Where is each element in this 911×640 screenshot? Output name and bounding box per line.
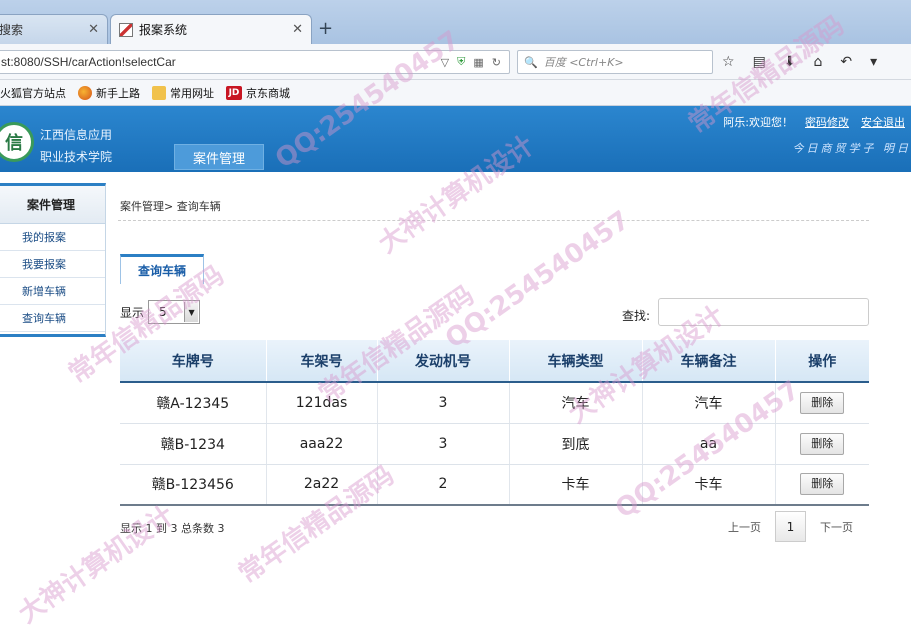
cell-frame: aaa22	[266, 423, 378, 465]
bookmarks-bar: 火狐官方站点 新手上路 常用网址 JD 京东商城	[0, 80, 911, 106]
browser-tab-report-system[interactable]: 报案系统 ✕	[110, 14, 312, 44]
download-icon[interactable]: ⬇	[784, 54, 796, 70]
show-label: 显示	[120, 305, 145, 320]
reading-list-icon[interactable]: ▤	[753, 54, 766, 70]
delete-button[interactable]: 删除	[800, 432, 845, 455]
tab-query-vehicle[interactable]: 查询车辆	[120, 254, 204, 284]
col-frame[interactable]: 车架号	[266, 340, 378, 383]
table-info: 显示 1 到 3 总条数 3	[120, 522, 225, 535]
sidebar-title: 案件管理	[0, 186, 105, 224]
col-engine[interactable]: 发动机号	[377, 340, 510, 383]
sidebar-item-query-vehicle[interactable]: 查询车辆	[0, 305, 105, 332]
cell-plate: 赣A-12345	[120, 382, 267, 424]
firefox-icon	[78, 85, 92, 100]
home-icon[interactable]: ⌂	[814, 54, 823, 70]
sidebar-item-add-vehicle[interactable]: 新增车辆	[0, 278, 105, 305]
cell-action: 删除	[775, 464, 869, 506]
table-row: 赣B-123456 2a22 2 卡车 卡车 删除	[120, 464, 869, 506]
jd-icon: JD	[226, 85, 242, 100]
bookmark-common-sites[interactable]: 常用网址	[152, 85, 214, 101]
user-bar: 阿乐:欢迎您！ 密码修改 安全退出	[723, 114, 905, 130]
favicon-icon	[119, 22, 133, 37]
school-name: 江西信息应用 职业技术学院	[40, 128, 113, 164]
tab-label: 报案系统	[139, 23, 188, 37]
sidebar-item-my-reports[interactable]: 我的报案	[0, 224, 105, 251]
chevron-down-icon[interactable]: ▼	[184, 302, 199, 322]
cell-plate: 赣B-1234	[120, 423, 267, 465]
shield-icon[interactable]: ⛨	[457, 56, 465, 69]
table-header-row: 车牌号 车架号 发动机号 车辆类型 车辆备注 操作	[120, 340, 869, 383]
change-password-link[interactable]: 密码修改	[805, 114, 849, 130]
cell-action: 删除	[775, 382, 869, 424]
cell-note: aa	[642, 423, 776, 465]
search-input[interactable]	[658, 298, 869, 326]
table-row: 赣B-1234 aaa22 3 到底 aa 删除	[120, 423, 869, 465]
browser-nav-bar: st:8080/SSH/carAction!selectCar ▽ ⛨ ▦ ↻ …	[0, 44, 911, 80]
divider	[118, 220, 869, 221]
browser-search-box[interactable]: 🔍 百度 <Ctrl+K>	[517, 50, 713, 74]
cell-frame: 121das	[266, 382, 378, 424]
pagination: 上一页 1 下一页	[728, 511, 853, 542]
delete-button[interactable]: 删除	[800, 391, 845, 414]
table-row: 赣A-12345 121das 3 汽车 汽车 删除	[120, 382, 869, 424]
new-tab-icon[interactable]: +	[318, 18, 333, 39]
cell-action: 删除	[775, 423, 869, 465]
sidebar-item-new-report[interactable]: 我要报案	[0, 251, 105, 278]
col-type[interactable]: 车辆类型	[509, 340, 643, 383]
bookmark-getting-started[interactable]: 新手上路	[78, 85, 140, 101]
search-placeholder: 百度 <Ctrl+K>	[543, 56, 624, 69]
logout-link[interactable]: 安全退出	[861, 114, 905, 130]
cell-frame: 2a22	[266, 464, 378, 506]
back-icon[interactable]: ↶	[840, 54, 852, 70]
cell-engine: 3	[377, 423, 510, 465]
vehicle-table: 车牌号 车架号 发动机号 车辆类型 车辆备注 操作 赣A-12345 121da…	[120, 340, 869, 506]
browser-tab-search[interactable]: 搜索 ✕	[0, 14, 108, 44]
cell-type: 到底	[509, 423, 643, 465]
reload-icon[interactable]: ↻	[492, 56, 501, 69]
breadcrumb: 案件管理> 查询车辆	[120, 200, 221, 213]
dropdown-icon[interactable]: ▽	[441, 56, 449, 69]
page-number-button[interactable]: 1	[775, 511, 806, 542]
tab-label: 搜索	[0, 23, 24, 37]
school-logo: 信	[0, 122, 34, 162]
address-bar[interactable]: st:8080/SSH/carAction!selectCar ▽ ⛨ ▦ ↻	[0, 50, 510, 74]
prev-page-button[interactable]: 上一页	[728, 519, 761, 535]
delete-button[interactable]: 删除	[800, 473, 845, 496]
next-page-button[interactable]: 下一页	[820, 519, 853, 535]
page-size-select[interactable]: 5 ▼	[148, 300, 201, 324]
sidebar: 案件管理 我的报案 我要报案 新增车辆 查询车辆	[0, 183, 106, 337]
bookmark-star-icon[interactable]: ☆	[722, 54, 735, 70]
menu-chevron-icon[interactable]: ▾	[870, 54, 877, 70]
slogan: 今日商贸学子 明日	[792, 142, 911, 155]
search-label: 查找:	[622, 309, 651, 323]
cell-engine: 2	[377, 464, 510, 506]
cell-note: 卡车	[642, 464, 776, 506]
browser-tab-bar: 搜索 ✕ 报案系统 ✕ +	[0, 0, 911, 44]
page-size-control: 显示 5 ▼	[120, 300, 201, 324]
cell-plate: 赣B-123456	[120, 464, 267, 506]
close-icon[interactable]: ✕	[88, 22, 99, 37]
col-action: 操作	[775, 340, 869, 383]
app-header: 信 江西信息应用 职业技术学院 案件管理 阿乐:欢迎您！ 密码修改 安全退出 今…	[0, 106, 911, 172]
qr-code-icon[interactable]: ▦	[473, 56, 483, 69]
toolbar-icons: ☆ ▤ ⬇ ⌂ ↶ ▾	[722, 54, 877, 70]
watermark-text: 大神计算机设计	[13, 500, 180, 630]
bookmark-firefox-site[interactable]: 火狐官方站点	[0, 85, 66, 101]
close-icon[interactable]: ✕	[292, 22, 303, 37]
cell-type: 卡车	[509, 464, 643, 506]
col-plate[interactable]: 车牌号	[120, 340, 267, 383]
cell-engine: 3	[377, 382, 510, 424]
welcome-text: 阿乐:欢迎您！	[723, 116, 793, 129]
watermark-text: QQ:254540457	[440, 205, 636, 355]
bookmark-jd-mall[interactable]: JD 京东商城	[226, 85, 290, 101]
url-text: st:8080/SSH/carAction!selectCar	[1, 55, 176, 69]
search-icon: 🔍	[524, 55, 538, 69]
cell-note: 汽车	[642, 382, 776, 424]
col-note[interactable]: 车辆备注	[642, 340, 776, 383]
module-tab-case-management[interactable]: 案件管理	[174, 144, 264, 170]
cell-type: 汽车	[509, 382, 643, 424]
folder-icon	[152, 85, 166, 100]
